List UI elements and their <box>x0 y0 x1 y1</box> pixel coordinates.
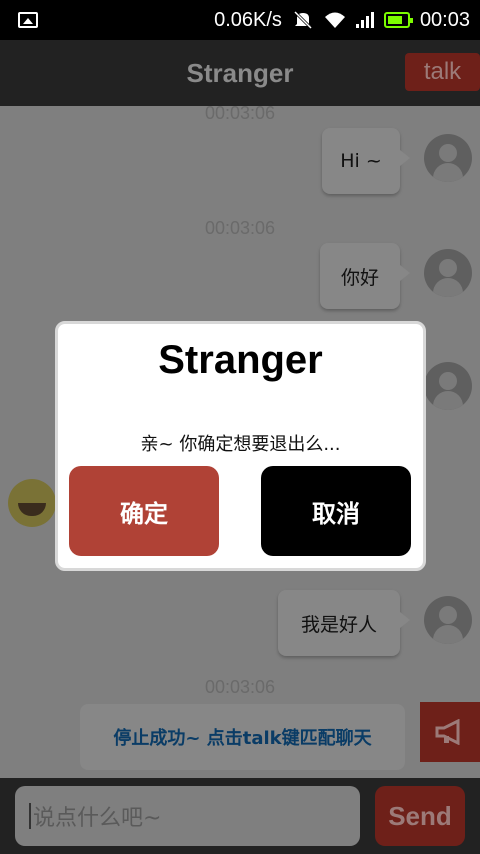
system-message: 停止成功~ 点击talk键匹配聊天 <box>80 704 405 770</box>
message-input[interactable]: 说点什么吧~ <box>15 786 360 846</box>
avatar[interactable] <box>424 134 472 182</box>
dialog-message: 亲~ 你确定想要退出么... <box>140 434 341 455</box>
megaphone-icon <box>435 719 460 745</box>
confirm-button[interactable]: 确定 <box>69 466 219 556</box>
dialog-title: Stranger <box>158 338 323 382</box>
battery-icon <box>383 12 413 28</box>
status-bar: 0.06K/s 00:03 <box>0 0 480 40</box>
send-button[interactable]: Send <box>375 786 465 846</box>
app-header: Stranger talk <box>0 40 480 106</box>
input-bar: 说点什么吧~ Send <box>0 778 480 854</box>
input-placeholder: 说点什么吧~ <box>33 806 162 831</box>
signal-icon <box>355 12 374 28</box>
avatar[interactable] <box>424 249 472 297</box>
avatar[interactable] <box>424 596 472 644</box>
avatar[interactable] <box>424 362 472 410</box>
cancel-button[interactable]: 取消 <box>261 466 411 556</box>
wifi-icon <box>324 12 345 28</box>
network-speed: 0.06K/s <box>214 8 282 31</box>
image-icon <box>18 12 38 28</box>
text-caret <box>29 803 31 829</box>
confirm-dialog: Stranger 亲~ 你确定想要退出么... 确定 取消 <box>55 321 426 571</box>
message-timestamp: 00:03:06 <box>204 106 276 123</box>
message-bubble[interactable]: 你好 <box>320 243 410 309</box>
status-bar-right: 0.06K/s 00:03 <box>214 9 470 32</box>
talk-button[interactable]: talk <box>405 53 480 91</box>
mute-icon <box>293 10 312 30</box>
message-bubble[interactable]: 我是好人 <box>278 590 410 656</box>
message-timestamp: 00:03:06 <box>204 218 276 238</box>
megaphone-button[interactable] <box>420 702 480 762</box>
message-bubble[interactable]: Hi ~ <box>322 128 410 194</box>
header-title: Stranger <box>186 57 294 88</box>
wink-emoji-icon <box>8 479 56 527</box>
message-timestamp: 00:03:06 <box>204 677 276 697</box>
clock: 00:03 <box>419 8 470 31</box>
